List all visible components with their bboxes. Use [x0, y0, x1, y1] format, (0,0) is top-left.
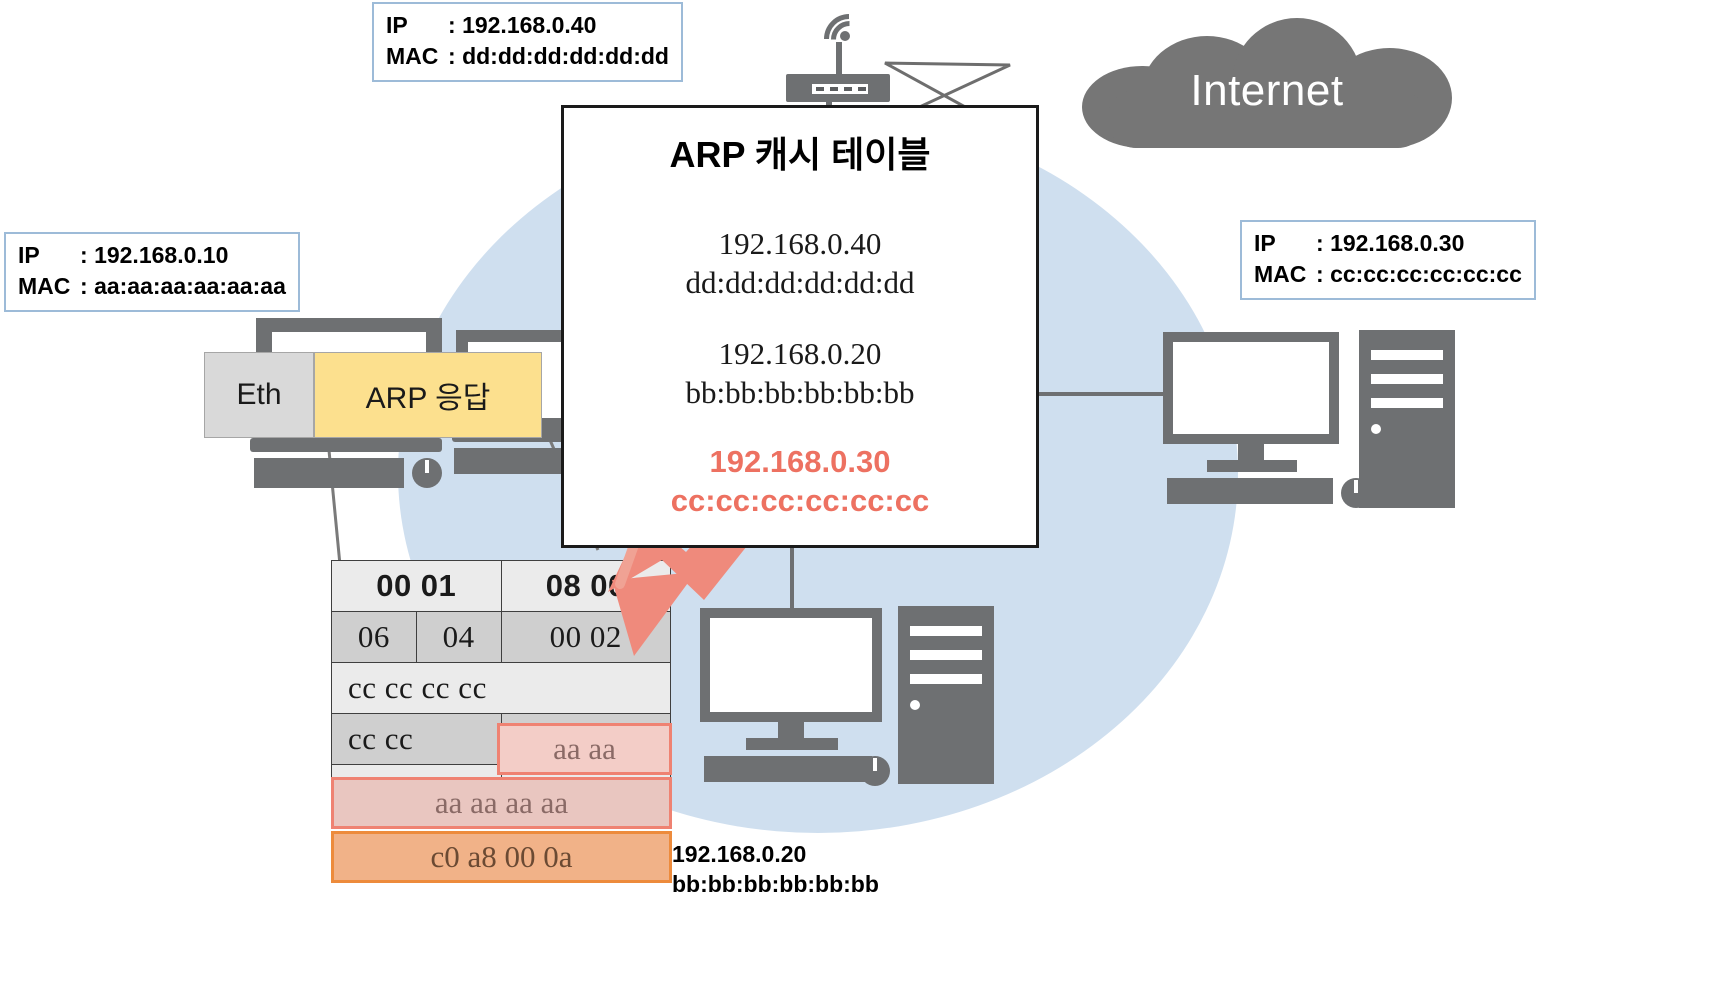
arp-cache-title: ARP 캐시 테이블 — [669, 134, 931, 175]
host-right-ip-value: 192.168.0.30 — [1330, 230, 1465, 256]
arp-cache-entry-new-ip: 192.168.0.30 — [709, 444, 891, 480]
router-ip-label: IP — [386, 12, 408, 38]
packet-block-arp[interactable]: ARP 응답 — [314, 352, 542, 438]
arp-cache-entry-new: 192.168.0.30 cc:cc:cc:cc:cc:cc — [564, 442, 1036, 520]
wifi-waves-icon — [813, 3, 885, 75]
router-mac-sep: : — [448, 43, 456, 70]
info-box-host-left: IP: 192.168.0.10 MAC: aa:aa:aa:aa:aa:aa — [4, 232, 300, 313]
host-left-mac-label: MAC — [18, 273, 71, 300]
router-icon — [786, 3, 890, 104]
desktop-computer-right — [1163, 330, 1463, 508]
host-bottom-ip: 192.168.0.20 — [672, 841, 807, 867]
router-antenna — [836, 42, 842, 76]
host-right-mac-label: MAC — [1254, 261, 1307, 288]
host-left-ip-sep: : — [80, 242, 88, 268]
hex-highlight-target-ip-label: c0 a8 00 0a — [430, 839, 573, 874]
arp-cache-table-popup: ARP 캐시 테이블 192.168.0.40 dd:dd:dd:dd:dd:d… — [561, 105, 1039, 548]
hex-cell: 04 — [415, 611, 502, 663]
host-left-ip-value: 192.168.0.10 — [94, 242, 229, 268]
arp-cache-entry-mac: dd:dd:dd:dd:dd:dd — [685, 265, 915, 301]
host-bottom-label: 192.168.0.20 bb:bb:bb:bb:bb:bb — [672, 840, 879, 900]
host-right-mac-sep: : — [1316, 261, 1324, 288]
packet-block-arp-label: ARP 응답 — [365, 382, 491, 415]
hex-highlight-sender-mac-tail-label: aa aa — [553, 731, 616, 766]
router-mac-label: MAC — [386, 43, 439, 70]
router-mac-value: dd:dd:dd:dd:dd:dd — [462, 43, 669, 70]
internet-cloud-label: Internet — [1190, 66, 1344, 115]
internet-cloud: Internet — [1082, 18, 1452, 148]
host-right-mac-value: cc:cc:cc:cc:cc:cc — [1330, 261, 1522, 288]
hex-cell: 06 — [331, 611, 417, 663]
arp-cache-entry-new-mac: cc:cc:cc:cc:cc:cc — [670, 483, 930, 519]
hex-highlight-target-mac: aa aa aa aa — [331, 777, 672, 829]
host-left-mac-sep: : — [80, 273, 88, 300]
arp-cache-entry-mac: bb:bb:bb:bb:bb:bb — [685, 375, 915, 411]
network-diagram-canvas: Internet IP: 192.168.0.40 MAC: dd:dd:dd:… — [0, 0, 1710, 985]
router-ip-value: 192.168.0.40 — [462, 12, 597, 38]
arp-cache-entry: 192.168.0.40 dd:dd:dd:dd:dd:dd — [564, 224, 1036, 302]
arp-cache-entry-ip: 192.168.0.20 — [718, 336, 882, 372]
host-right-ip-label: IP — [1254, 230, 1276, 256]
arp-cache-entry: 192.168.0.20 bb:bb:bb:bb:bb:bb — [564, 334, 1036, 412]
hex-cell: cc cc — [331, 713, 502, 765]
packet-block-eth-label: Eth — [236, 378, 282, 411]
hex-highlight-target-ip: c0 a8 00 0a — [331, 831, 672, 883]
router-ip-sep: : — [448, 12, 456, 38]
hex-cell: 00 01 — [331, 560, 502, 612]
arp-cache-entry-ip: 192.168.0.40 — [718, 226, 882, 261]
host-bottom-mac: bb:bb:bb:bb:bb:bb — [672, 870, 879, 897]
host-left-ip-label: IP — [18, 242, 40, 268]
packet-block-eth[interactable]: Eth — [204, 352, 314, 438]
info-box-router: IP: 192.168.0.40 MAC: dd:dd:dd:dd:dd:dd — [372, 2, 683, 83]
host-left-mac-value: aa:aa:aa:aa:aa:aa — [94, 273, 286, 300]
hex-highlight-sender-mac-tail: aa aa — [497, 723, 672, 775]
hex-highlight-target-mac-label: aa aa aa aa — [434, 785, 569, 820]
info-box-host-right: IP: 192.168.0.30 MAC: cc:cc:cc:cc:cc:cc — [1240, 220, 1536, 301]
host-right-ip-sep: : — [1316, 230, 1324, 256]
